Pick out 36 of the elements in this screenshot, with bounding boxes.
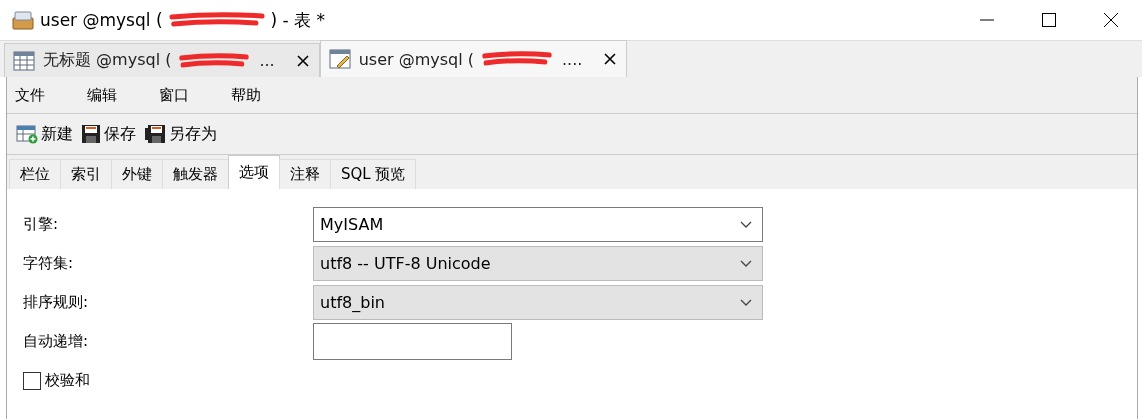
save-icon <box>81 124 101 144</box>
toolbar-button[interactable]: 另存为 <box>141 123 220 145</box>
window-title: ) - 表 * <box>270 8 325 32</box>
tab[interactable]: SQL 预览 <box>330 159 417 189</box>
tab[interactable]: 选项 <box>228 155 280 189</box>
database-table-icon <box>12 10 34 30</box>
save-as-icon <box>144 124 166 144</box>
dropdown[interactable]: MyISAM <box>313 207 763 242</box>
toolbar-button[interactable]: 保存 <box>78 123 139 145</box>
document-tab[interactable]: user @mysql ( .... <box>319 40 628 77</box>
close-icon[interactable] <box>604 53 617 65</box>
table-edit-icon <box>328 49 351 69</box>
close-icon[interactable] <box>1103 12 1119 28</box>
tab[interactable]: 注释 <box>279 159 331 189</box>
caret-icon <box>740 220 752 229</box>
menu-item[interactable]: 文件 <box>15 85 45 105</box>
field-label: 自动递增: <box>23 332 90 351</box>
menu-item[interactable]: 帮助 <box>231 85 261 105</box>
input-field[interactable] <box>313 323 512 360</box>
checkbox[interactable] <box>23 371 41 390</box>
window-title: user @mysql ( <box>40 10 163 30</box>
menu-item[interactable]: 编辑 <box>87 85 117 105</box>
table-icon <box>13 50 35 71</box>
menu-item[interactable]: 窗口 <box>159 85 189 105</box>
toolbar-button[interactable]: 新建 <box>13 123 76 145</box>
checkbox-label: 校验和 <box>45 371 90 390</box>
maximize-icon[interactable] <box>1041 12 1057 28</box>
field-label: 排序规则: <box>23 293 90 312</box>
close-icon[interactable] <box>296 54 309 67</box>
new-table-icon <box>16 124 38 144</box>
caret-icon <box>740 259 752 268</box>
field-label: 字符集: <box>23 254 75 273</box>
field-label: 引擎: <box>23 215 60 234</box>
caret-icon <box>740 298 752 307</box>
tab[interactable]: 栏位 <box>9 159 61 189</box>
document-tab[interactable]: 无标题 @mysql ( ... <box>4 43 320 77</box>
